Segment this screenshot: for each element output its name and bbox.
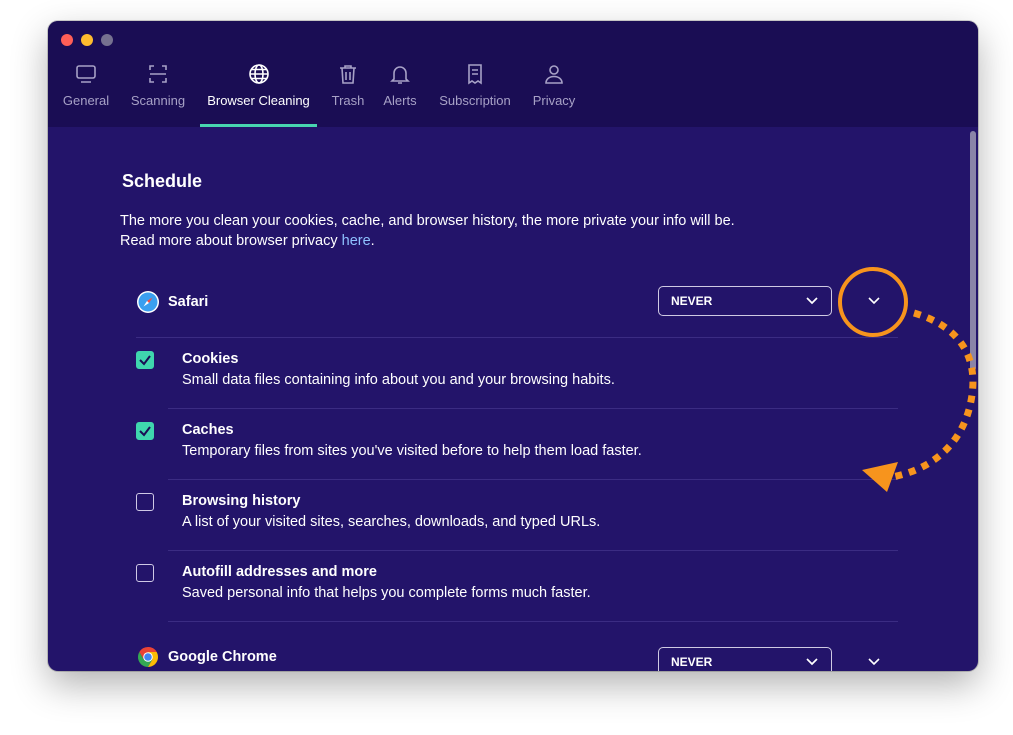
dotted-arrow-path [891,309,977,481]
annotation-overlay [838,267,977,492]
highlight-circle [838,267,908,337]
arrow-head [862,462,898,492]
